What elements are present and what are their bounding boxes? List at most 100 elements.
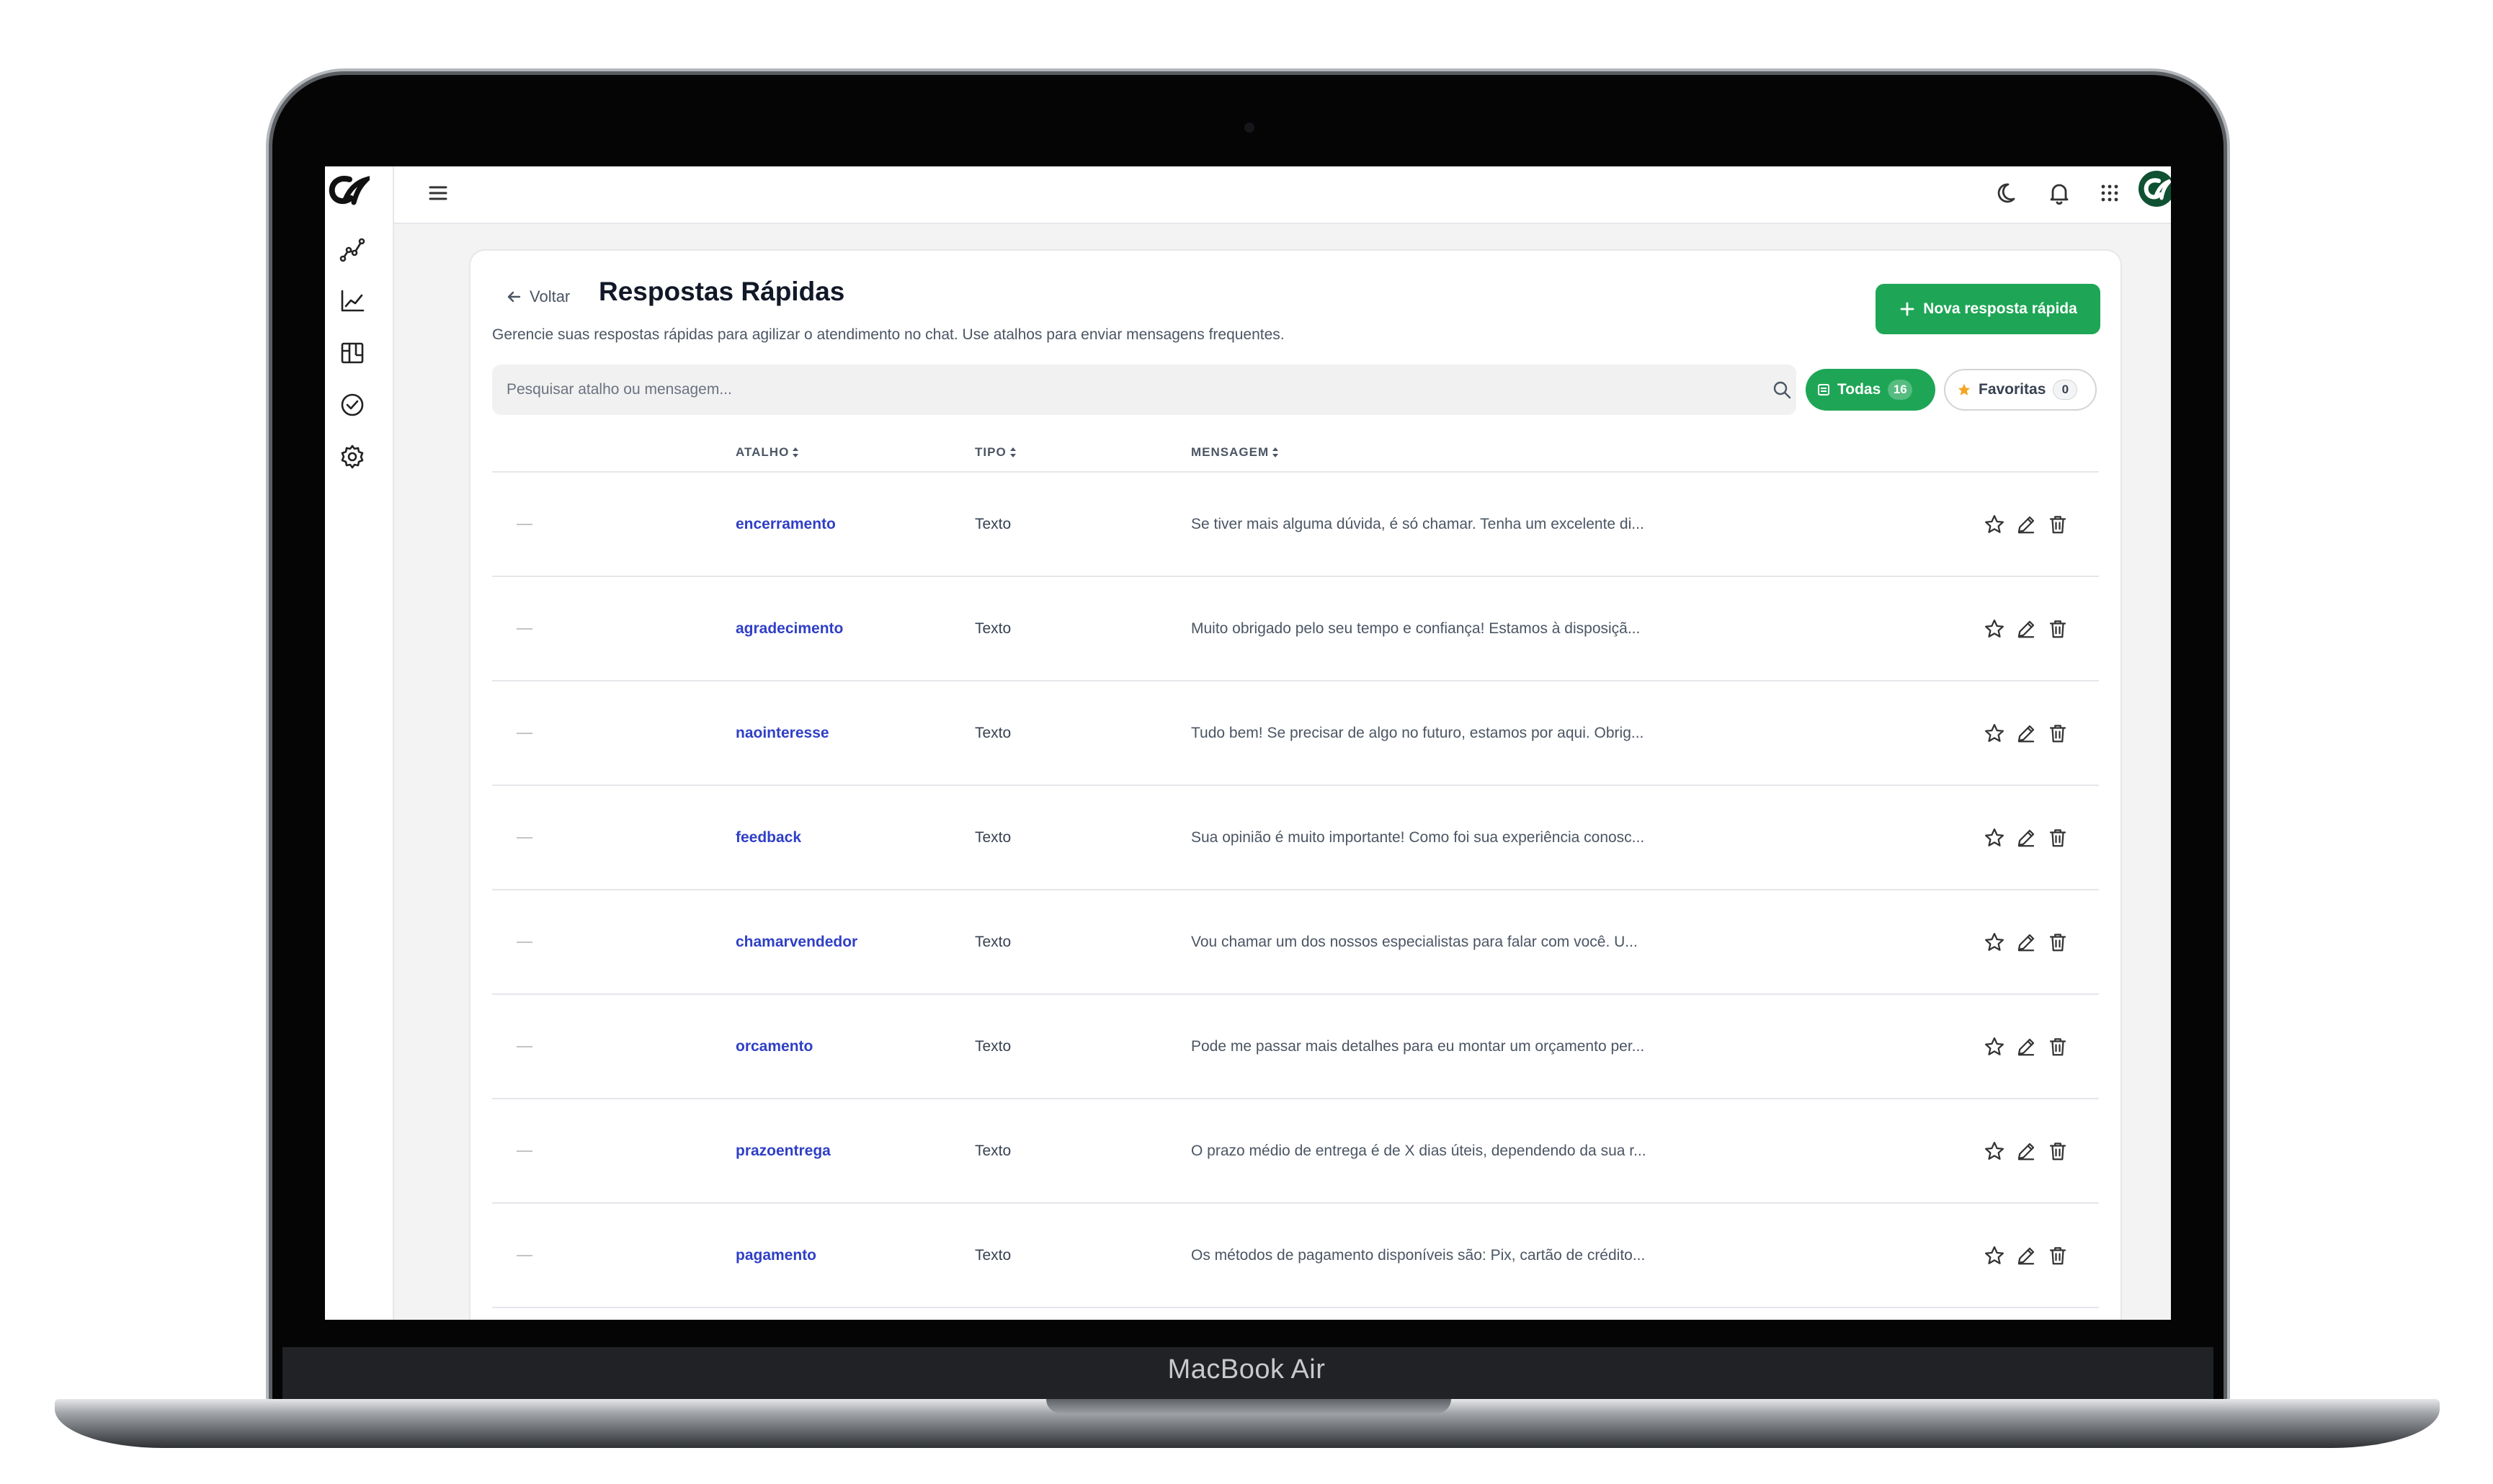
filter-favorites-chip[interactable]: Favoritas 0 — [1944, 369, 2097, 411]
trash-icon[interactable] — [2047, 618, 2069, 640]
bell-icon[interactable] — [2043, 176, 2076, 210]
table-row[interactable]: orcamento Texto Pode me passar mais deta… — [492, 995, 2099, 1099]
edit-pencil-icon[interactable] — [2015, 827, 2037, 849]
trash-icon[interactable] — [2047, 931, 2069, 953]
column-header-shortcut[interactable]: ATALHO — [736, 445, 799, 460]
arrow-left-icon — [507, 291, 521, 303]
line-chart-icon[interactable] — [339, 287, 366, 315]
shortcut-cell[interactable]: chamarvendedor — [736, 890, 857, 993]
actions-cell — [1984, 890, 2069, 993]
analytics-nodes-icon[interactable] — [339, 236, 366, 263]
shortcut-cell[interactable]: agradecimento — [736, 577, 843, 680]
list-icon — [1818, 384, 1829, 395]
sort-icon — [1009, 447, 1016, 457]
table-row[interactable]: prazoentrega Texto O prazo médio de entr… — [492, 1099, 2099, 1204]
laptop-notch — [1046, 1399, 1451, 1413]
star-outline-icon[interactable] — [1984, 1140, 2005, 1162]
table-row[interactable]: naointeresse Texto Tudo bem! Se precisar… — [492, 681, 2099, 786]
message-cell: Vou chamar um dos nossos especialistas p… — [1191, 933, 1638, 950]
new-quick-reply-button[interactable]: Nova resposta rápida — [1876, 284, 2100, 334]
table-header: ATALHO TIPO MENSAGEM — [492, 445, 2099, 473]
star-outline-icon[interactable] — [1984, 827, 2005, 849]
back-button[interactable]: Voltar — [505, 282, 570, 311]
column-header-label: ATALHO — [736, 445, 790, 459]
trash-icon[interactable] — [2047, 1245, 2069, 1266]
column-header-message[interactable]: MENSAGEM — [1191, 445, 1279, 460]
check-circle-icon[interactable] — [339, 391, 366, 419]
message-cell: O prazo médio de entrega é de X dias úte… — [1191, 1142, 1646, 1159]
star-outline-icon[interactable] — [1984, 514, 2005, 535]
hamburger-icon[interactable] — [422, 176, 455, 210]
edit-pencil-icon[interactable] — [2015, 618, 2037, 640]
status-dash — [517, 836, 532, 839]
star-outline-icon[interactable] — [1984, 618, 2005, 640]
actions-cell — [1984, 1099, 2069, 1202]
filter-favorites-count: 0 — [2053, 380, 2078, 400]
table-row[interactable]: agradecimento Texto Muito obrigado pelo … — [492, 577, 2099, 681]
shortcut-cell[interactable]: pagamento — [736, 1204, 816, 1307]
status-dash — [517, 523, 532, 525]
message-cell: Os métodos de pagamento disponíveis são:… — [1191, 1246, 1646, 1264]
status-dash — [517, 1150, 532, 1152]
table-row[interactable]: pagamento Texto Os métodos de pagamento … — [492, 1204, 2099, 1308]
trash-icon[interactable] — [2047, 827, 2069, 849]
status-cell — [517, 1204, 532, 1307]
message-cell: Tudo bem! Se precisar de algo no futuro,… — [1191, 724, 1644, 741]
filter-all-count: 16 — [1888, 380, 1913, 400]
message-cell: Muito obrigado pelo seu tempo e confianç… — [1191, 620, 1641, 637]
shortcut-cell[interactable]: prazoentrega — [736, 1099, 831, 1202]
trash-icon[interactable] — [2047, 514, 2069, 535]
gear-icon[interactable] — [339, 443, 366, 470]
table-row[interactable]: encerramento Texto Se tiver mais alguma … — [492, 473, 2099, 577]
shortcut-cell[interactable]: orcamento — [736, 995, 813, 1098]
shortcut-cell[interactable]: encerramento — [736, 473, 836, 576]
edit-pencil-icon[interactable] — [2015, 514, 2037, 535]
column-header-type[interactable]: TIPO — [975, 445, 1017, 460]
edit-pencil-icon[interactable] — [2015, 1245, 2037, 1266]
edit-pencil-icon[interactable] — [2015, 723, 2037, 744]
kanban-board-icon[interactable] — [339, 339, 366, 367]
screen: Voltar Respostas Rápidas Gerencie suas r… — [325, 166, 2171, 1320]
search-input[interactable] — [492, 365, 1796, 415]
star-outline-icon[interactable] — [1984, 931, 2005, 953]
shortcut-cell[interactable]: feedback — [736, 786, 801, 889]
star-outline-icon[interactable] — [1984, 1245, 2005, 1266]
edit-pencil-icon[interactable] — [2015, 1140, 2037, 1162]
table-row[interactable]: feedback Texto Sua opinião é muito impor… — [492, 786, 2099, 890]
actions-cell — [1984, 786, 2069, 889]
back-button-label: Voltar — [530, 287, 571, 305]
apps-grid-icon[interactable] — [2093, 176, 2126, 210]
trash-icon[interactable] — [2047, 723, 2069, 744]
status-cell — [517, 1099, 532, 1202]
camera — [1244, 122, 1254, 133]
sort-icon — [1272, 447, 1279, 457]
status-cell — [517, 995, 532, 1098]
edit-pencil-icon[interactable] — [2015, 1036, 2037, 1058]
trash-icon[interactable] — [2047, 1036, 2069, 1058]
edit-pencil-icon[interactable] — [2015, 931, 2037, 953]
status-dash — [517, 732, 532, 734]
shortcut-cell[interactable]: naointeresse — [736, 681, 829, 785]
type-cell: Texto — [975, 828, 1012, 846]
moon-icon[interactable] — [1992, 176, 2025, 210]
user-avatar[interactable] — [2139, 171, 2171, 207]
status-dash — [517, 941, 532, 943]
status-dash — [517, 1045, 532, 1047]
star-outline-icon[interactable] — [1984, 723, 2005, 744]
page-title: Respostas Rápidas — [599, 277, 845, 306]
type-cell: Texto — [975, 620, 1012, 637]
trash-icon[interactable] — [2047, 1140, 2069, 1162]
type-cell: Texto — [975, 724, 1012, 741]
status-dash — [517, 627, 532, 630]
actions-cell — [1984, 681, 2069, 785]
filter-all-chip[interactable]: Todas 16 — [1806, 369, 1935, 411]
type-cell: Texto — [975, 1142, 1012, 1159]
star-outline-icon[interactable] — [1984, 1036, 2005, 1058]
table-row[interactable]: chamarvendedor Texto Vou chamar um dos n… — [492, 890, 2099, 995]
column-header-label: MENSAGEM — [1191, 445, 1270, 459]
type-cell: Texto — [975, 1037, 1012, 1055]
sort-icon — [793, 447, 799, 457]
actions-cell — [1984, 577, 2069, 680]
page-subtitle: Gerencie suas respostas rápidas para agi… — [492, 326, 1285, 343]
cr-logo[interactable] — [328, 171, 370, 210]
